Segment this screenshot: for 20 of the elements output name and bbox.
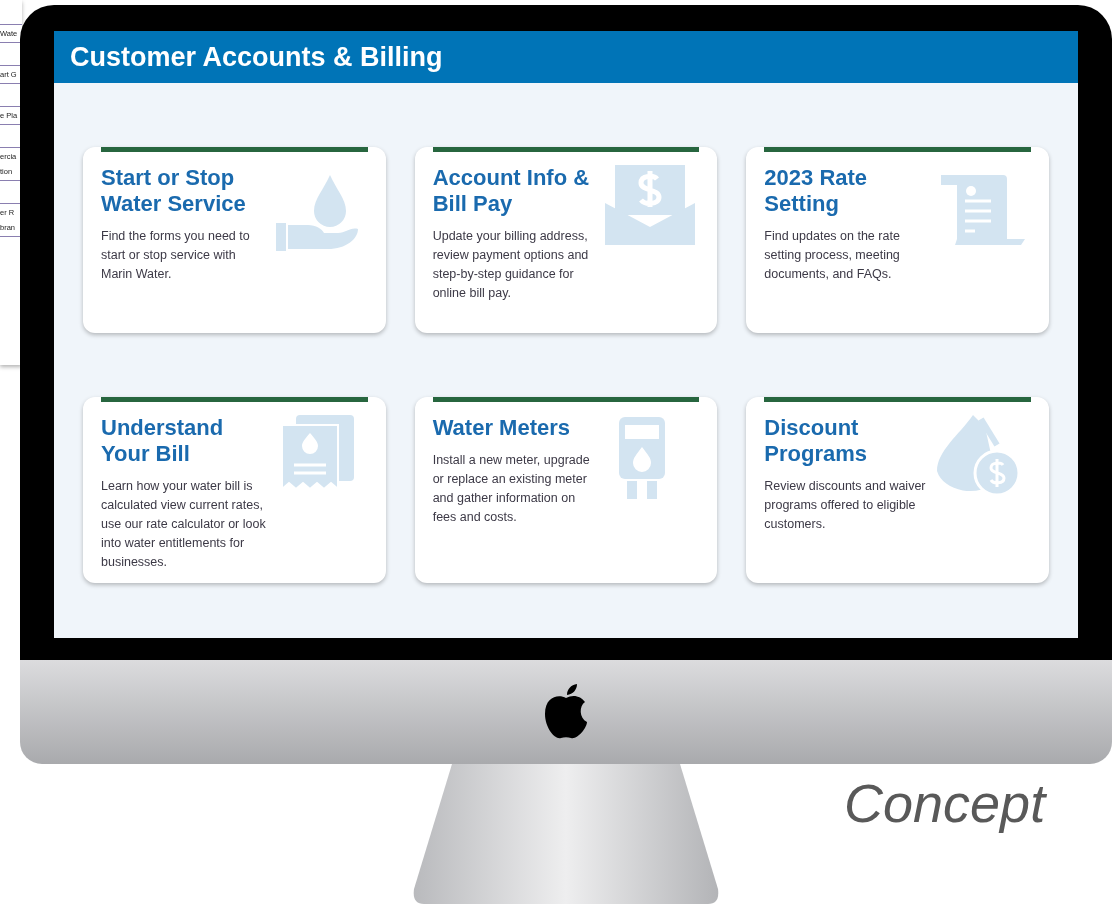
card-description: Review discounts and waiver programs offered to eligible customers. bbox=[764, 478, 927, 533]
card[interactable]: Start or Stop Water Service Find the forms you need to start or stop service with Marin Water. bbox=[83, 147, 386, 333]
card-description: Find the forms you need to start or stop service with Marin Water. bbox=[101, 228, 251, 283]
page-title: Customer Accounts & Billing bbox=[70, 40, 443, 74]
card-title: Account Info & Bill Pay bbox=[432, 165, 591, 217]
card[interactable]: Account Info & Bill Pay Update your billing address, review payment options and step-by-step guidance for online bill pay. bbox=[414, 147, 718, 333]
card[interactable]: Water Meters Install a new meter, upgrade or replace an existing meter and gather information on fees and costs. bbox=[414, 397, 718, 583]
card-title: Water Meters bbox=[432, 415, 571, 441]
card-description: Install a new meter, upgrade or replace an existing meter and gather information on fees and costs. bbox=[432, 452, 591, 526]
card[interactable]: Discount Programs Review discounts and waiver programs offered to eligible customers. bbox=[746, 397, 1049, 583]
card-title: Discount Programs bbox=[764, 415, 869, 467]
card[interactable]: Understand Your Bill Learn how your water bill is calculated view current rates, use our rate calculator or look into water entitlements for businesses. bbox=[83, 397, 386, 583]
card-description: Learn how your water bill is calculated view current rates, use our rate calculator or look into water entitlements for businesses. bbox=[101, 478, 266, 571]
card-description: Find updates on the rate setting process, meeting documents, and FAQs. bbox=[764, 228, 901, 283]
caption: Concept bbox=[844, 773, 1046, 833]
card[interactable]: 2023 Rate Setting Find updates on the rate setting process, meeting documents, and FAQs. bbox=[746, 147, 1049, 333]
card-title: Understand Your Bill bbox=[101, 415, 225, 467]
card-title: Start or Stop Water Service bbox=[101, 165, 247, 217]
card-title: 2023 Rate Setting bbox=[764, 165, 869, 217]
card-description: Update your billing address, review payment options and step-by-step guidance for online bill pay. bbox=[432, 228, 590, 302]
